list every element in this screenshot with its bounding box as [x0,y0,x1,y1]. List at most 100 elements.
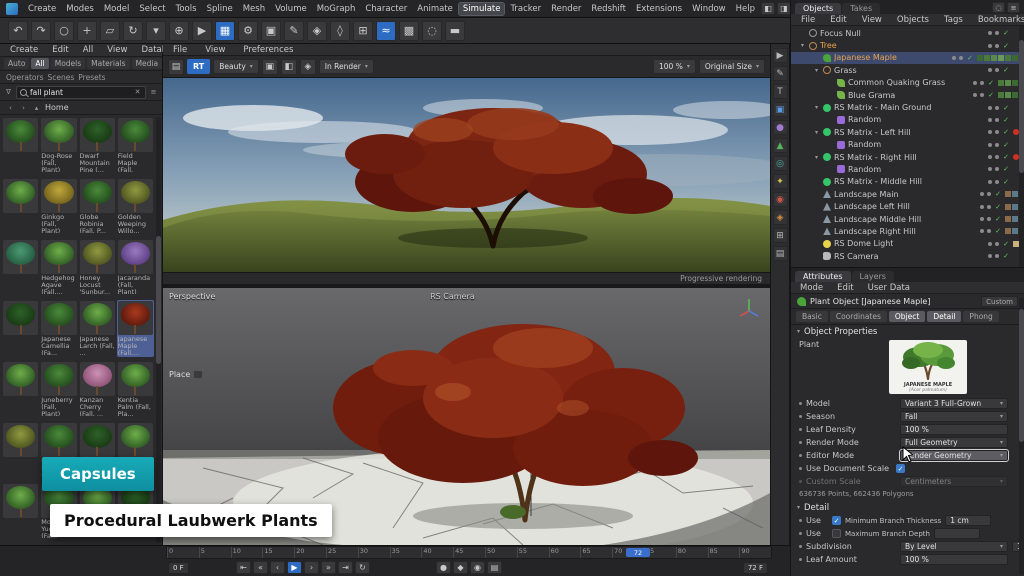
object-tree-row[interactable]: RS Dome Light ✓ [791,238,1024,250]
parameter-dot-icon[interactable] [799,454,802,457]
render-picture-viewer-button[interactable]: ▦ [215,21,235,41]
attribute-menu-item[interactable]: User Data [864,282,914,294]
plant-asset-tile[interactable]: Dwarf Mountain Pine (... [79,117,116,174]
render-visibility-dot[interactable] [995,242,999,246]
plant-asset-tile[interactable] [2,483,39,540]
parameter-dot-icon[interactable] [799,532,802,535]
enable-checkmark[interactable]: ✓ [994,215,1002,223]
attribute-section-tab[interactable]: Detail [927,311,961,322]
expand-toggle-icon[interactable] [799,42,806,49]
parameter-value[interactable]: Full Geometry [900,437,1008,448]
attribute-manager-tab[interactable]: Layers [852,271,894,282]
redo-button[interactable]: ↷ [31,21,51,41]
render-visibility-dot[interactable] [995,155,999,159]
display-icon[interactable]: ▤ [773,246,788,261]
menu-item[interactable]: Tools [172,3,201,15]
plant-asset-tile[interactable] [2,300,39,357]
section-detail[interactable]: Detail [791,501,1024,514]
menu-item[interactable]: Extensions [632,3,686,15]
object-tree-row[interactable]: RS Matrix - Right Hill ✓ [791,151,1024,163]
object-tree-row[interactable]: Landscape Main ✓ [791,188,1024,200]
expand-toggle-icon[interactable] [813,67,820,74]
menu-item[interactable]: Modes [62,3,98,15]
menu-item[interactable]: Render [547,3,585,15]
zoom-dropdown[interactable]: 100 % [653,59,696,74]
editor-visibility-dot[interactable] [980,192,984,196]
object-manager-tab[interactable]: Takes [842,3,880,14]
object-tree-row[interactable]: Landscape Middle Hill ✓ [791,213,1024,225]
object-tree-row[interactable]: Japanese Maple ✓ [791,52,1024,64]
object-manager-menu-item[interactable]: Edit [826,14,850,26]
enable-checkmark[interactable]: ✓ [1002,165,1010,173]
recent-tools-dropdown[interactable]: ▾ [146,21,166,41]
plant-asset-tile[interactable]: Juneberry (Fall, Plant) [40,361,77,418]
plant-asset-tile[interactable]: Jacaranda (Fall, Plant) [117,239,154,296]
nav-forward-icon[interactable]: › [19,104,28,112]
object-tree-row[interactable]: RS Matrix - Middle Hill ✓ [791,176,1024,188]
render-visibility-dot[interactable] [995,143,999,147]
menu-item[interactable]: Select [135,3,169,15]
text-icon[interactable]: T [773,84,788,99]
light-icon[interactable]: ✦ [773,174,788,189]
workplane-menu[interactable]: ▬ [445,21,465,41]
play-button[interactable]: ▶ [287,561,302,574]
parameter-value[interactable]: Centimeters [900,476,1008,487]
editor-visibility-dot[interactable] [988,106,992,110]
preset-dropdown[interactable]: Custom [981,296,1018,307]
landscape-icon[interactable]: ▲ [773,138,788,153]
enable-checkmark[interactable]: ✓ [987,79,995,87]
menu-item[interactable]: Create [24,3,60,15]
render-visibility-dot[interactable] [995,118,999,122]
asset-filter-tab[interactable]: All [31,58,48,69]
search-icon[interactable]: ◌ [992,2,1005,13]
parameter-checkbox[interactable] [832,516,841,525]
nav-up-icon[interactable]: ▴ [32,104,41,112]
render-visibility-dot[interactable] [980,93,984,97]
object-manager-tab[interactable]: Objects [795,3,841,14]
object-manager-menu-item[interactable]: View [858,14,886,26]
object-tree-row[interactable]: Blue Grama ✓ [791,89,1024,101]
editor-visibility-dot[interactable] [988,254,992,258]
coordinate-system-toggle[interactable]: ⊕ [169,21,189,41]
asset-category-tab[interactable]: Scenes [47,73,74,82]
enable-checkmark[interactable]: ✓ [1002,141,1010,149]
render-visibility-dot[interactable] [995,68,999,72]
render-visibility-dot[interactable] [995,180,999,184]
asset-filter-tab[interactable]: Materials [87,58,129,69]
enable-checkmark[interactable]: ✓ [1002,252,1010,260]
parameter-dot-icon[interactable] [799,441,802,444]
plant-asset-tile[interactable]: Dog-Rose (Fall, Plant) [40,117,77,174]
object-tree-row[interactable]: Grass ✓ [791,64,1024,76]
enable-checkmark[interactable]: ✓ [1002,116,1010,124]
editor-visibility-dot[interactable] [988,155,992,159]
search-box[interactable]: ✕ [16,86,146,99]
object-tree-row[interactable]: Random ✓ [791,139,1024,151]
object-manager-menu-item[interactable]: Bookmarks [974,14,1024,26]
texture-tag-icon[interactable] [977,55,983,61]
render-viewport-button[interactable]: ▶ [192,21,212,41]
menu-item[interactable]: Animate [413,3,457,15]
object-manager-menu-item[interactable]: File [797,14,819,26]
plant-asset-tile[interactable] [2,239,39,296]
menu-item[interactable]: Window [688,3,730,15]
axis-gizmo-icon[interactable] [736,294,762,320]
renderview-menu-item[interactable]: View [201,44,229,56]
material-icon[interactable]: ◉ [773,192,788,207]
parameter-dot-icon[interactable] [799,545,802,548]
parameter-value[interactable]: 100 % [900,424,1008,435]
select-icon[interactable]: ▶ [773,48,788,63]
search-settings-icon[interactable]: ≡ [149,88,158,96]
editor-visibility-dot[interactable] [988,31,992,35]
rotate-tool[interactable]: ↻ [123,21,143,41]
ab-compare-icon[interactable]: ◧ [281,59,297,75]
move-tool[interactable]: + [77,21,97,41]
region-lock-icon[interactable]: ◈ [300,59,316,75]
object-tree-row[interactable]: RS Matrix - Left Hill ✓ [791,126,1024,138]
filter-funnel-icon[interactable]: ∇ [4,88,13,96]
parameter-dot-icon[interactable] [799,480,802,483]
timeline-options-button[interactable]: ▤ [487,561,502,574]
parameter-dot-icon[interactable] [799,402,802,405]
enable-checkmark[interactable]: ✓ [1002,42,1010,50]
parameter-value[interactable]: By Level [900,541,1008,552]
enable-checkmark[interactable]: ✓ [1002,128,1010,136]
